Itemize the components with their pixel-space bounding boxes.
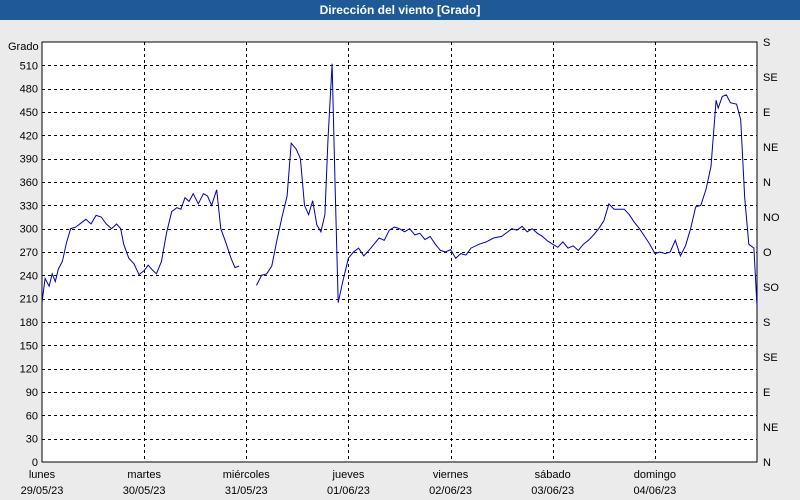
y-tick-label: 330 <box>20 200 38 212</box>
x-tick-day: domingo <box>634 469 676 481</box>
x-tick-day: martes <box>127 469 161 481</box>
y-tick-label: 360 <box>20 177 38 189</box>
y-tick-label: 420 <box>20 130 38 142</box>
y-tick-label: 450 <box>20 107 38 119</box>
y-axis-right: N NE E SE S SO O NO N NE E SE S <box>763 37 780 469</box>
y-tick-label: 120 <box>20 364 38 376</box>
y-tick-label: 480 <box>20 84 38 96</box>
x-tick-day: viernes <box>433 469 469 481</box>
x-tick-date: 30/05/23 <box>123 485 166 497</box>
y-right-tick-label: NE <box>763 142 778 154</box>
y-tick-label: 90 <box>26 387 38 399</box>
chart-window: Dirección del viento [Grado] 0 30 60 90 120 1… <box>0 0 800 500</box>
y-tick-label: 180 <box>20 317 38 329</box>
x-tick-date: 02/06/23 <box>429 485 472 497</box>
x-tick-day: lunes <box>29 469 56 481</box>
y-tick-label: 510 <box>20 60 38 72</box>
y-right-tick-label: SO <box>763 282 779 294</box>
y-tick-label: 150 <box>20 340 38 352</box>
y-tick-label: 390 <box>20 154 38 166</box>
y-tick-label: 30 <box>26 434 38 446</box>
y-right-tick-label: E <box>763 107 770 119</box>
y-right-tick-label: S <box>763 317 770 329</box>
y-right-tick-label: NE <box>763 422 778 434</box>
wind-direction-chart: 0 30 60 90 120 150 180 210 240 270 300 330 360 390 420… <box>8 37 780 497</box>
y-right-tick-label: N <box>763 177 771 189</box>
y-right-tick-label: E <box>763 387 770 399</box>
x-tick-date: 31/05/23 <box>225 485 268 497</box>
y-tick-label: 210 <box>20 294 38 306</box>
y-axis-label: Grado <box>8 41 39 53</box>
y-right-tick-label: SE <box>763 72 778 84</box>
x-tick-date: 29/05/23 <box>21 485 64 497</box>
y-tick-label: 270 <box>20 247 38 259</box>
x-tick-day: jueves <box>332 469 365 481</box>
y-right-tick-label: SE <box>763 352 778 364</box>
x-axis: lunes 29/05/23 martes 30/05/23 miércoles 31/0… <box>21 469 677 497</box>
x-tick-date: 04/06/23 <box>633 485 676 497</box>
y-right-tick-label: N <box>763 457 771 469</box>
x-tick-date: 01/06/23 <box>327 485 370 497</box>
x-tick-day: sábado <box>535 469 571 481</box>
y-right-tick-label: NO <box>763 212 780 224</box>
y-right-tick-label: O <box>763 247 772 259</box>
y-tick-label: 300 <box>20 224 38 236</box>
y-axis-left: 0 30 60 90 120 150 180 210 240 270 300 330 360 390 420… <box>20 60 38 469</box>
x-tick-date: 03/06/23 <box>531 485 574 497</box>
y-tick-label: 0 <box>32 457 38 469</box>
y-tick-label: 240 <box>20 270 38 282</box>
y-tick-label: 60 <box>26 410 38 422</box>
x-tick-day: miércoles <box>223 469 271 481</box>
y-right-tick-label: S <box>763 37 770 49</box>
